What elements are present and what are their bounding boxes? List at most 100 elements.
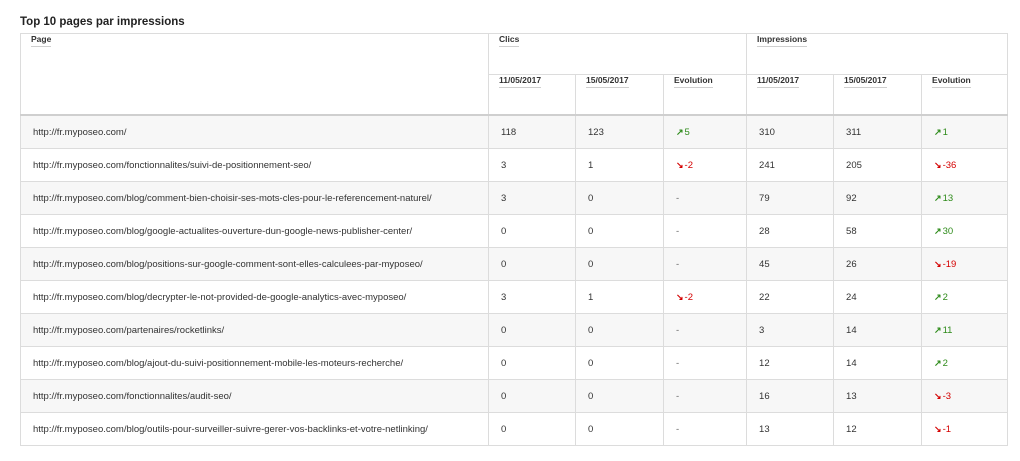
header-impressions-date2[interactable]: 15/05/2017 [833,74,923,116]
trend-up-icon: ↗ [676,126,684,137]
header-page[interactable]: Page [20,33,489,116]
impressions-date1: 45 [746,247,835,281]
impressions-date1: 13 [746,412,835,446]
impressions-date1: 16 [746,379,835,413]
header-impressions[interactable]: Impressions [746,33,1009,75]
trend-down-icon: ↘ [934,390,942,401]
impressions-evolution-value: -19 [942,258,957,270]
clics-date1: 0 [488,346,576,380]
table-row: http://fr.myposeo.com/blog/google-actual… [20,214,1009,248]
page-url[interactable]: http://fr.myposeo.com/blog/google-actual… [20,214,489,248]
header-impressions-label: Impressions [757,34,808,47]
clics-evolution-value: - [676,390,680,402]
impressions-evolution-value: 2 [942,291,948,303]
page-url[interactable]: http://fr.myposeo.com/blog/decrypter-le-… [20,280,489,314]
impressions-evolution: ↘-1 [921,412,1009,446]
page-url[interactable]: http://fr.myposeo.com/fonctionnalites/au… [20,379,489,413]
header-clics-label: Clics [499,34,520,47]
clics-evolution-value: - [676,423,680,435]
header-clics[interactable]: Clics [487,33,748,75]
impressions-date2: 92 [833,181,923,215]
impressions-date2: 58 [833,214,923,248]
impressions-date2: 311 [833,114,923,149]
impressions-evolution: ↗11 [921,313,1009,347]
impressions-date2: 26 [833,247,923,281]
impressions-evolution-value: -3 [942,390,952,402]
table-row: http://fr.myposeo.com/fonctionnalites/su… [20,148,1009,182]
impressions-evolution-value: 30 [942,225,954,237]
impressions-evolution: ↗30 [921,214,1009,248]
page-url[interactable]: http://fr.myposeo.com/blog/ajout-du-suiv… [20,346,489,380]
clics-evolution: - [662,181,748,215]
impressions-evolution: ↘-19 [921,247,1009,281]
page-url[interactable]: http://fr.myposeo.com/partenaires/rocket… [20,313,489,347]
impressions-date1: 28 [746,214,835,248]
clics-date2: 123 [575,114,664,149]
impressions-date1: 22 [746,280,835,314]
clics-evolution-value: -2 [684,159,693,171]
table-row: http://fr.myposeo.com/blog/positions-sur… [20,247,1009,281]
header-clics-date1[interactable]: 11/05/2017 [488,74,576,116]
header-clics-evolution[interactable]: Evolution [662,74,748,116]
trend-up-icon: ↗ [934,225,942,236]
impressions-date2: 14 [833,346,923,380]
clics-evolution-value: 5 [684,126,690,138]
trend-down-icon: ↘ [934,159,942,170]
impressions-evolution-value: -36 [942,159,957,171]
impressions-evolution-value: 1 [942,126,948,138]
header-impressions-evolution[interactable]: Evolution [921,74,1009,116]
trend-up-icon: ↗ [934,192,942,203]
impressions-date2: 13 [833,379,923,413]
impressions-date2: 24 [833,280,923,314]
page-url[interactable]: http://fr.myposeo.com/blog/comment-bien-… [20,181,489,215]
clics-date2: 0 [575,313,664,347]
top-pages-table: Page Clics Impressions 11/05/2017 15/05/… [20,33,1009,446]
clics-evolution: ↘-2 [662,148,748,182]
table-title: Top 10 pages par impressions [20,16,185,28]
table-row: http://fr.myposeo.com/blog/outils-pour-s… [20,412,1009,446]
clics-date1: 0 [488,412,576,446]
clics-date2: 0 [575,181,664,215]
table-row: http://fr.myposeo.com/blog/ajout-du-suiv… [20,346,1009,380]
clics-date1: 0 [488,214,576,248]
header-clics-date2[interactable]: 15/05/2017 [575,74,664,116]
table-row: http://fr.myposeo.com/blog/decrypter-le-… [20,280,1009,314]
clics-date1: 3 [488,181,576,215]
impressions-evolution-value: 2 [942,357,948,369]
trend-up-icon: ↗ [934,291,942,302]
clics-date1: 0 [488,247,576,281]
clics-evolution-value: - [676,324,680,336]
impressions-date2: 205 [833,148,923,182]
impressions-evolution: ↘-3 [921,379,1009,413]
page-url[interactable]: http://fr.myposeo.com/blog/positions-sur… [20,247,489,281]
header-clics-date1-label: 11/05/2017 [499,75,542,88]
clics-date1: 0 [488,313,576,347]
clics-date2: 1 [575,280,664,314]
clics-date2: 0 [575,346,664,380]
page-url[interactable]: http://fr.myposeo.com/fonctionnalites/su… [20,148,489,182]
clics-evolution: ↘-2 [662,280,748,314]
clics-evolution-value: -2 [684,291,693,303]
clics-evolution: - [662,412,748,446]
impressions-evolution-value: 13 [942,192,954,204]
page-url[interactable]: http://fr.myposeo.com/blog/outils-pour-s… [20,412,489,446]
impressions-evolution: ↘-36 [921,148,1009,182]
clics-evolution: - [662,313,748,347]
page-url[interactable]: http://fr.myposeo.com/ [20,114,489,149]
impressions-date1: 79 [746,181,835,215]
table-row: http://fr.myposeo.com/fonctionnalites/au… [20,379,1009,413]
header-clics-date2-label: 15/05/2017 [586,75,629,88]
header-impressions-date1[interactable]: 11/05/2017 [746,74,835,116]
table-row: http://fr.myposeo.com/blog/comment-bien-… [20,181,1009,215]
trend-down-icon: ↘ [934,258,942,269]
header-impressions-evolution-label: Evolution [932,75,971,88]
table-body: http://fr.myposeo.com/ 118 123 ↗5 310 31… [20,114,1009,446]
trend-up-icon: ↗ [934,126,942,137]
clics-date2: 0 [575,412,664,446]
impressions-date1: 12 [746,346,835,380]
clics-date2: 0 [575,379,664,413]
header-impressions-date1-label: 11/05/2017 [757,75,800,88]
clics-evolution: - [662,346,748,380]
impressions-date2: 14 [833,313,923,347]
clics-evolution: - [662,214,748,248]
